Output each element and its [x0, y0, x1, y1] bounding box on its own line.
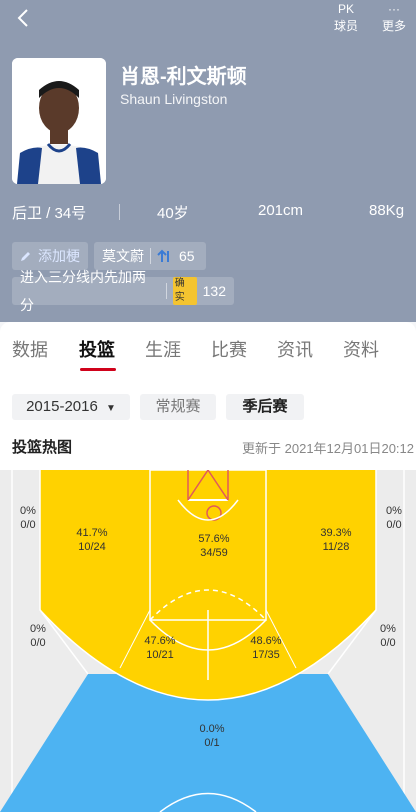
tab-data[interactable]: 数据 — [12, 336, 48, 362]
season-select[interactable]: 2015-2016 ▼ — [12, 394, 130, 420]
zone-right-mid-pct: 39.3% — [320, 527, 352, 539]
heatmap-title: 投篮热图 — [12, 439, 73, 456]
tab-profile[interactable]: 资料 — [343, 336, 379, 362]
upvote-icon — [157, 249, 169, 262]
zone-left-wing-pct: 0% — [30, 623, 46, 635]
more-dots-icon: ··· — [388, 2, 400, 16]
zone-right-wing-pct: 0% — [380, 623, 396, 635]
player-avatar — [12, 58, 106, 184]
divider — [165, 283, 167, 299]
divider — [150, 248, 151, 264]
player-header: PK 球员 ··· 更多 肖恩-利文斯顿 Shaun Livingston 后卫… — [0, 0, 416, 322]
more-button[interactable]: ··· 更多 — [376, 0, 412, 34]
zone-paint-pct: 57.6% — [198, 533, 230, 545]
top-actions: PK 球员 ··· 更多 — [328, 0, 412, 34]
zone-left-wing-made: 0/0 — [30, 637, 46, 649]
pk-button[interactable]: PK 球员 — [328, 0, 364, 34]
zone-left-mid-pct: 41.7% — [76, 527, 108, 539]
tab-games[interactable]: 比赛 — [211, 336, 247, 362]
player-name-cn: 肖恩-利文斯顿 — [120, 66, 247, 88]
tag-count: 132 — [202, 283, 226, 299]
divider — [119, 204, 120, 220]
zone-left-corner-made: 0/0 — [20, 519, 36, 531]
updated-timestamp: 更新于 2021年12月01日20:12 — [242, 441, 414, 456]
active-tab-indicator — [80, 368, 116, 371]
zone-right-corner-made: 0/0 — [386, 519, 402, 531]
playoffs-button[interactable]: 季后赛 — [226, 394, 304, 420]
tag-count: 65 — [179, 248, 195, 264]
pencil-icon — [21, 252, 30, 261]
tag-name: 进入三分线内先加两分 — [20, 269, 146, 313]
caret-down-icon: ▼ — [106, 403, 116, 414]
zone-top-key-made: 0/1 — [204, 737, 220, 749]
pk-label: 球员 — [333, 19, 358, 33]
player-weight: 88Kg — [369, 202, 405, 219]
tab-career[interactable]: 生涯 — [145, 336, 181, 362]
back-chevron-icon[interactable] — [12, 6, 36, 30]
tab-bar: 数据 投篮 生涯 比赛 资讯 资料 — [0, 322, 416, 374]
zone-right-wing-made: 0/0 — [380, 637, 396, 649]
zone-paint-made: 34/59 — [200, 547, 228, 559]
player-height: 201cm — [258, 202, 304, 219]
player-age: 40岁 — [157, 205, 189, 222]
zone-left-elbow-pct: 47.6% — [144, 635, 176, 647]
zone-top-key-pct: 0.0% — [199, 723, 225, 735]
zone-left-corner-pct: 0% — [20, 505, 36, 517]
tab-shooting[interactable]: 投篮 — [79, 336, 115, 362]
pk-icon: PK — [337, 2, 354, 16]
tag-badge: 确实 — [172, 277, 197, 305]
zone-right-corner-pct: 0% — [386, 505, 402, 517]
zone-left-mid-made: 10/24 — [78, 541, 106, 553]
zone-right-mid-made: 11/28 — [322, 541, 350, 553]
player-position: 后卫 / 34号 — [12, 205, 87, 222]
tab-news[interactable]: 资讯 — [277, 336, 313, 362]
zone-right-elbow-pct: 48.6% — [250, 635, 282, 647]
zone-right-elbow-made: 17/35 — [252, 649, 280, 661]
player-name-en: Shaun Livingston — [120, 91, 228, 107]
more-label: 更多 — [381, 19, 406, 33]
season-value: 2015-2016 — [26, 398, 98, 415]
zone-left-elbow-made: 10/21 — [146, 649, 174, 661]
shot-heatmap-court: 0% 0/0 41.7% 10/24 57.6% 34/59 39.3% 11/… — [0, 470, 416, 812]
player-stats: 后卫 / 34号 40岁 201cm 88Kg — [12, 202, 408, 222]
regular-season-button[interactable]: 常规赛 — [140, 394, 216, 420]
tag-chip[interactable]: 进入三分线内先加两分 确实 132 — [12, 269, 234, 313]
